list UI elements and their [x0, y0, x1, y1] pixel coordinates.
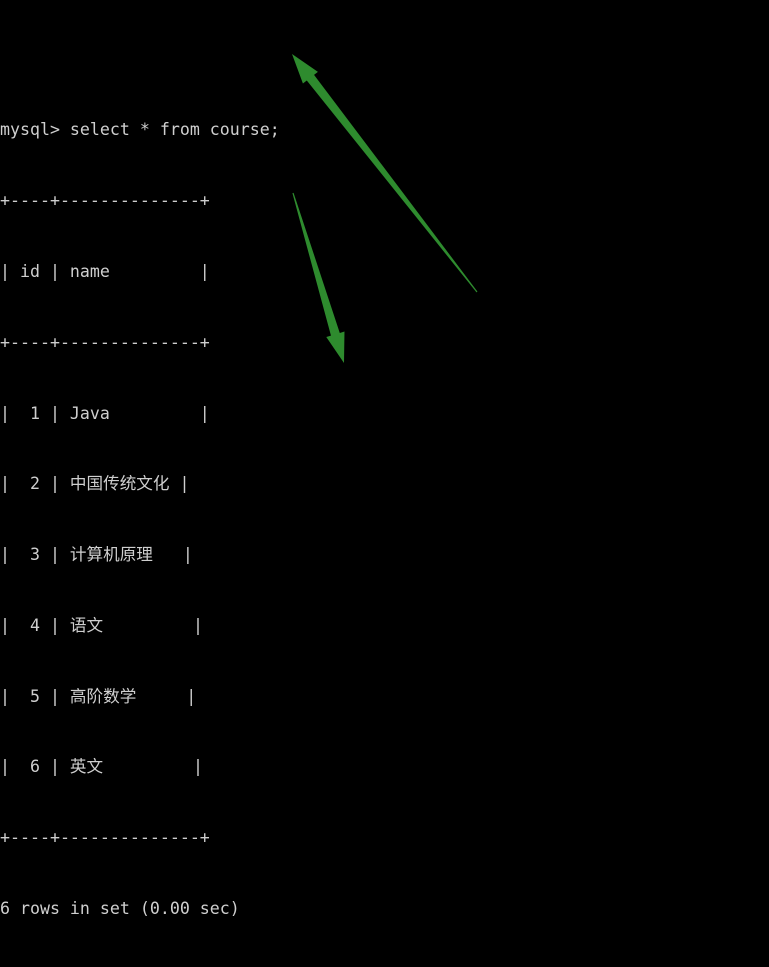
course-table-header-separator: +----+--------------+	[0, 332, 210, 352]
course-table-bottom-border: +----+--------------+	[0, 828, 210, 848]
course-table-row: | 3 | 计算机原理 |	[0, 545, 193, 565]
course-table-top-border: +----+--------------+	[0, 191, 210, 211]
course-table-row: | 4 | 语文 |	[0, 615, 204, 635]
prompt-line-course: mysql> select * from course;	[0, 120, 280, 140]
terminal-screen: mysql> select * from course; +----+-----…	[0, 0, 769, 967]
course-table-row: | 6 | 英文 |	[0, 757, 204, 777]
course-result-status: 6 rows in set (0.00 sec)	[0, 898, 240, 918]
terminal-output[interactable]: mysql> select * from course; +----+-----…	[0, 0, 769, 967]
course-table-row: | 5 | 高阶数学 |	[0, 686, 197, 706]
course-table-row: | 2 | 中国传统文化 |	[0, 474, 190, 494]
course-table-header: | id | name |	[0, 261, 210, 281]
course-table-row: | 1 | Java |	[0, 403, 210, 423]
